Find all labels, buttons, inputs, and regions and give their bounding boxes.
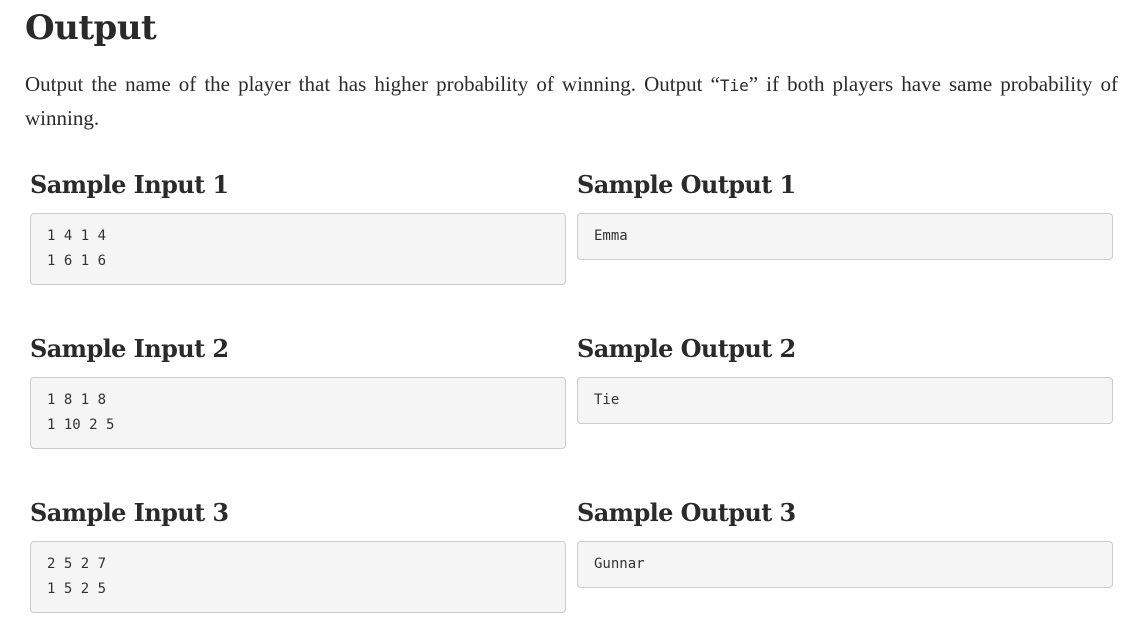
- sample-input-heading: Sample Input 3: [30, 498, 229, 527]
- sample-output-heading: Sample Output 2: [577, 334, 796, 363]
- sample-output-heading: Sample Output 3: [577, 498, 796, 527]
- sample-line: Gunnar: [594, 556, 645, 572]
- sample-output-box[interactable]: Tie: [577, 377, 1113, 424]
- sample-input-2: Sample Input 2 1 8 1 8 1 10 2 5: [30, 317, 566, 481]
- sample-line: 2 5 2 7: [47, 556, 107, 572]
- sample-input-1: Sample Input 1 1 4 1 4 1 6 1 6: [30, 153, 566, 317]
- sample-input-heading: Sample Input 2: [30, 334, 229, 363]
- sample-row-1: Sample Input 1 1 4 1 4 1 6 1 6 Sample Out…: [30, 153, 1118, 317]
- sample-output-heading: Sample Output 1: [577, 170, 796, 199]
- sample-input-box[interactable]: 2 5 2 7 1 5 2 5: [30, 541, 566, 613]
- sample-input-3: Sample Input 3 2 5 2 7 1 5 2 5: [30, 481, 566, 627]
- sample-row-2: Sample Input 2 1 8 1 8 1 10 2 5 Sample Ou…: [30, 317, 1118, 481]
- description-text-before: Output the name of the player that has h…: [25, 72, 720, 96]
- problem-output-section: Output Output the name of the player tha…: [25, 0, 1118, 627]
- section-title: Output: [25, 8, 157, 48]
- sample-line: 1 6 1 6: [47, 253, 107, 269]
- sample-line: Emma: [594, 228, 628, 244]
- sample-input-heading: Sample Input 1: [30, 170, 229, 199]
- description-code-tie: Tie: [719, 76, 749, 95]
- sample-input-box[interactable]: 1 4 1 4 1 6 1 6: [30, 213, 566, 285]
- sample-output-1: Sample Output 1 Emma: [577, 153, 1113, 317]
- sample-line: 1 10 2 5: [47, 417, 115, 433]
- output-description: Output the name of the player that has h…: [25, 68, 1118, 135]
- sample-line: Tie: [594, 392, 620, 408]
- sample-input-box[interactable]: 1 8 1 8 1 10 2 5: [30, 377, 566, 449]
- sample-row-3: Sample Input 3 2 5 2 7 1 5 2 5 Sample Out…: [30, 481, 1118, 627]
- sample-output-3: Sample Output 3 Gunnar: [577, 481, 1113, 627]
- sample-output-2: Sample Output 2 Tie: [577, 317, 1113, 481]
- sample-line: 1 8 1 8: [47, 392, 107, 408]
- sample-line: 1 5 2 5: [47, 581, 107, 597]
- samples-container: Sample Input 1 1 4 1 4 1 6 1 6 Sample Out…: [25, 153, 1118, 627]
- sample-line: 1 4 1 4: [47, 228, 107, 244]
- sample-output-box[interactable]: Emma: [577, 213, 1113, 260]
- sample-output-box[interactable]: Gunnar: [577, 541, 1113, 588]
